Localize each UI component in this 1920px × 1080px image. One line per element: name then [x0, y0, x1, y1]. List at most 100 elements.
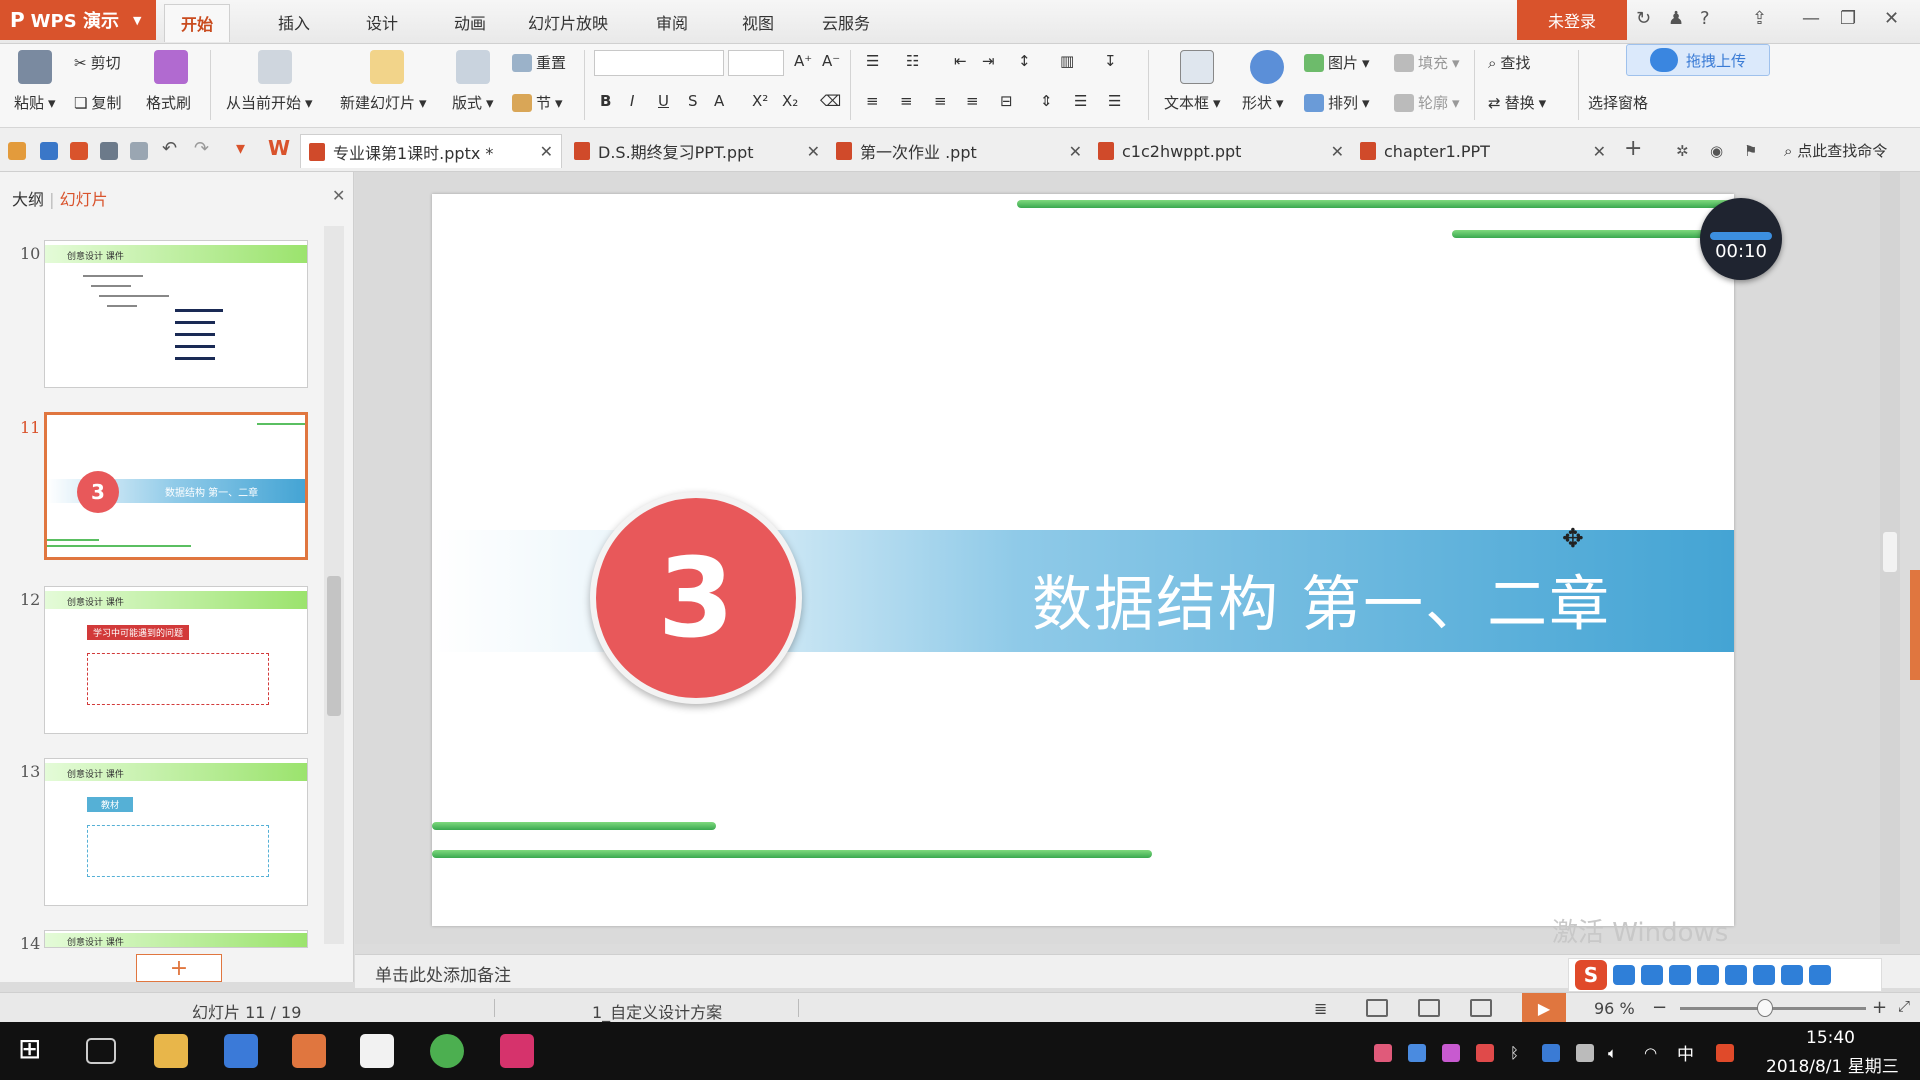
ime-chinese-icon[interactable] — [1613, 965, 1635, 985]
chrome-icon[interactable] — [430, 1034, 464, 1068]
sogou-s-icon[interactable]: S — [1575, 960, 1607, 990]
wrench-icon[interactable] — [1809, 965, 1831, 985]
picture-button[interactable]: 图片 ▾ — [1304, 52, 1370, 73]
wps-presentation-icon[interactable] — [292, 1034, 326, 1068]
bullets-icon[interactable]: ☰ — [866, 52, 879, 70]
slideshow-play-button[interactable]: ▶ — [1522, 993, 1566, 1023]
subscript-icon[interactable]: X₂ — [782, 92, 798, 110]
scroll-thumb[interactable] — [327, 576, 341, 716]
keyboard-icon[interactable] — [1725, 965, 1747, 985]
windows-start-icon[interactable]: ⊞ — [18, 1032, 52, 1066]
ime-skin-icon[interactable] — [1753, 965, 1775, 985]
textbox-icon[interactable] — [1180, 50, 1214, 84]
distribute-icon[interactable]: ⊟ — [1000, 92, 1013, 110]
slide-thumbnail[interactable]: 创意设计 课件 学习中可能遇到的问题 — [44, 586, 308, 734]
font-size-select[interactable] — [728, 50, 784, 76]
add-slide-button[interactable]: + — [136, 954, 222, 982]
reading-view-icon[interactable] — [1470, 999, 1492, 1017]
restore-icon[interactable]: ❐ — [1840, 8, 1856, 29]
slide-thumbnail-current[interactable]: 3 数据结构 第一、二章 — [44, 412, 308, 560]
tab-outline[interactable]: 大纲 — [12, 190, 44, 209]
security-shield-icon[interactable] — [1542, 1044, 1560, 1062]
input-language[interactable]: 中 — [1677, 1040, 1694, 1065]
menu-tab-home[interactable]: 开始 — [164, 4, 231, 42]
tray-app-icon[interactable] — [1374, 1044, 1392, 1062]
tray-cloud-icon[interactable] — [1408, 1044, 1426, 1062]
fill-button[interactable]: 填充 ▾ — [1394, 52, 1460, 73]
paste-button[interactable]: 粘贴 ▾ — [14, 92, 56, 113]
indent-icon[interactable]: ☰ — [1074, 92, 1087, 110]
paste-icon[interactable] — [18, 50, 52, 84]
replace-button[interactable]: ⇄ 替换 ▾ — [1488, 92, 1546, 113]
copy-button[interactable]: ❏ 复制 — [74, 92, 121, 113]
play-from-current-icon[interactable] — [258, 50, 292, 84]
wifi-icon[interactable]: ◠ — [1644, 1044, 1662, 1062]
ime-shirt-icon[interactable] — [1781, 965, 1803, 985]
notes-placeholder[interactable]: 单击此处添加备注 — [375, 961, 511, 986]
zoom-level[interactable]: 96 % — [1594, 999, 1635, 1018]
justify-icon[interactable]: ≡ — [966, 92, 979, 110]
format-painter-button[interactable]: 格式刷 — [146, 92, 191, 113]
shape-button[interactable]: 形状 ▾ — [1242, 92, 1284, 113]
shape-icon[interactable] — [1250, 50, 1284, 84]
zoom-slider-knob[interactable] — [1757, 999, 1773, 1017]
arrange-button[interactable]: 排列 ▾ — [1304, 92, 1370, 113]
superscript-icon[interactable]: X² — [752, 92, 768, 110]
doc-tab[interactable]: 专业课第1课时.pptx * ✕ — [300, 134, 562, 168]
ime-emoji-icon[interactable] — [1669, 965, 1691, 985]
format-painter-icon[interactable] — [154, 50, 188, 84]
slide-thumbnail[interactable]: 创意设计 课件 — [44, 930, 308, 948]
menu-tab-review[interactable]: 审阅 — [656, 10, 688, 34]
align-right-icon[interactable]: ≡ — [934, 92, 947, 110]
export-pdf-icon[interactable] — [70, 142, 88, 160]
menu-tab-animation[interactable]: 动画 — [454, 10, 486, 34]
customize-icon[interactable]: ▾ — [236, 138, 254, 159]
zoom-in-icon[interactable]: + — [1872, 997, 1887, 1018]
pdf-reader-icon[interactable] — [500, 1034, 534, 1068]
close-tab-icon[interactable]: ✕ — [540, 142, 553, 161]
tray-app-icon[interactable] — [1442, 1044, 1460, 1062]
undo-icon[interactable]: ↶ — [162, 138, 180, 159]
section-number-circle[interactable]: 3 — [590, 492, 802, 704]
flag-icon[interactable]: ⚑ — [1744, 142, 1762, 160]
clear-format-icon[interactable]: ⌫ — [820, 92, 841, 110]
new-tab-icon[interactable]: + — [1624, 136, 1642, 161]
strikethrough-icon[interactable]: S — [688, 92, 698, 110]
slide-canvas[interactable]: 3 数据结构 第一、二章 — [432, 194, 1734, 926]
tab-slides[interactable]: 幻灯片 — [60, 190, 108, 209]
close-icon[interactable]: ✕ — [332, 186, 345, 205]
align-center-icon[interactable]: ≡ — [900, 92, 913, 110]
wps-writer-icon[interactable] — [224, 1034, 258, 1068]
ime-toolbar[interactable]: S — [1568, 958, 1882, 992]
numbering-icon[interactable]: ☷ — [906, 52, 919, 70]
italic-icon[interactable]: I — [630, 92, 634, 110]
print-preview-icon[interactable] — [130, 142, 148, 160]
microphone-icon[interactable] — [1697, 965, 1719, 985]
sogou-tray-icon[interactable] — [1716, 1044, 1734, 1062]
from-current-button[interactable]: 从当前开始 ▾ — [226, 92, 313, 113]
close-tab-icon[interactable]: ✕ — [1593, 142, 1606, 161]
slide-title[interactable]: 数据结构 第一、二章 — [1032, 556, 1611, 643]
bluetooth-icon[interactable]: ᛒ — [1510, 1044, 1528, 1062]
slide-thumbnail[interactable]: 创意设计 课件 — [44, 240, 308, 388]
battery-icon[interactable] — [1576, 1044, 1594, 1062]
decrease-font-icon[interactable]: A⁻ — [822, 52, 840, 70]
tool-icon[interactable]: ◉ — [1710, 142, 1728, 160]
minimize-icon[interactable]: — — [1802, 8, 1820, 29]
textbox-button[interactable]: 文本框 ▾ — [1164, 92, 1221, 113]
upload-button[interactable]: 拖拽上传 — [1626, 44, 1770, 76]
close-tab-icon[interactable]: ✕ — [1331, 142, 1344, 161]
side-panel-toggle[interactable] — [1910, 570, 1920, 680]
text-direction-icon[interactable]: ↧ — [1104, 52, 1117, 70]
print-icon[interactable] — [100, 142, 118, 160]
notes-toggle-icon[interactable]: ≣ — [1314, 999, 1336, 1018]
new-slide-button[interactable]: 新建幻灯片 ▾ — [340, 92, 427, 113]
sync-icon[interactable]: ↻ — [1636, 8, 1651, 29]
fit-window-icon[interactable]: ⤢ — [1898, 997, 1910, 1015]
layout-button[interactable]: 版式 ▾ — [452, 92, 494, 113]
layout-icon[interactable] — [456, 50, 490, 84]
font-color-icon[interactable]: A — [714, 92, 724, 110]
zoom-out-icon[interactable]: − — [1652, 997, 1667, 1018]
clock-time[interactable]: 15:40 — [1806, 1028, 1855, 1048]
redo-icon[interactable]: ↷ — [194, 138, 212, 159]
